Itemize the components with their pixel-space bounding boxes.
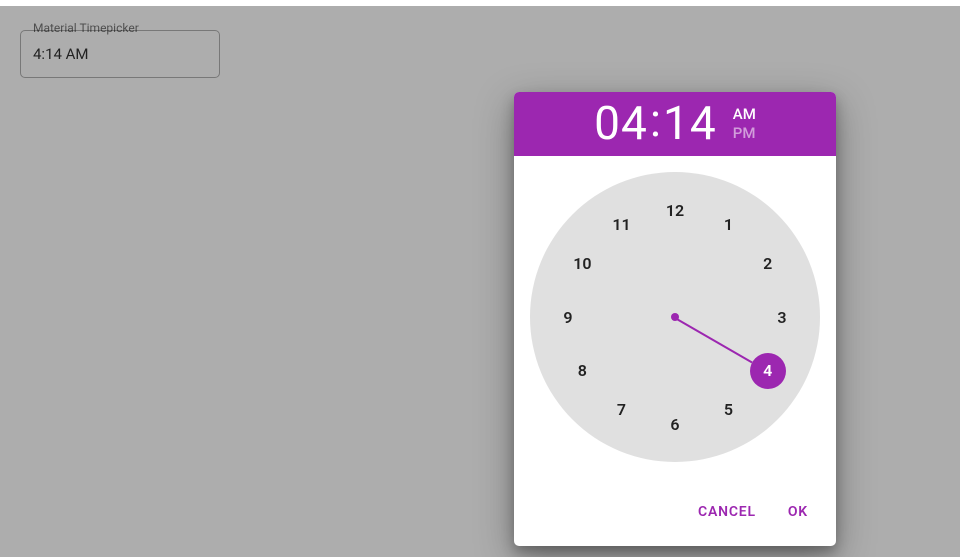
am-option[interactable]: AM <box>733 105 756 125</box>
clock-hour-7[interactable]: 7 <box>604 392 640 428</box>
dialog-header: 04 : 14 AM PM <box>514 92 836 156</box>
clock-hour-9[interactable]: 9 <box>550 299 586 335</box>
clock-face[interactable]: 12 12 3 45678 9 1011 <box>530 172 820 462</box>
timepicker-label: Material Timepicker <box>29 21 143 35</box>
clock-hour-11[interactable]: 11 <box>604 206 640 242</box>
clock-hour-10[interactable]: 10 <box>564 246 600 282</box>
pm-option[interactable]: PM <box>733 124 756 144</box>
clock-hand <box>675 317 753 363</box>
dialog-actions: CANCEL OK <box>514 470 836 546</box>
clock-center-dot <box>671 313 679 321</box>
ampm-toggle: AM PM <box>733 105 756 144</box>
clock-hour-6[interactable]: 6 <box>657 406 693 442</box>
time-separator: : <box>648 98 663 144</box>
hour-display[interactable]: 04 <box>594 101 648 147</box>
clock-hour-12[interactable]: 12 <box>657 192 693 228</box>
timepicker-field[interactable]: Material Timepicker 4:14 AM <box>20 30 220 78</box>
timepicker-dialog: 04 : 14 AM PM 12 12 3 45678 9 1011 CANCEL OK <box>514 92 836 546</box>
clock-hour-8[interactable]: 8 <box>564 353 600 389</box>
clock-hour-1[interactable]: 1 <box>711 206 747 242</box>
timepicker-value: 4:14 AM <box>20 30 220 78</box>
clock-hour-5[interactable]: 5 <box>711 392 747 428</box>
clock-hour-2[interactable]: 2 <box>750 246 786 282</box>
clock-hour-4[interactable]: 4 <box>750 353 786 389</box>
cancel-button[interactable]: CANCEL <box>686 496 768 528</box>
time-display: 04 : 14 <box>594 101 717 147</box>
clock-body: 12 12 3 45678 9 1011 <box>514 156 836 470</box>
clock-hour-3[interactable]: 3 <box>764 299 800 335</box>
ok-button[interactable]: OK <box>776 496 820 528</box>
minute-display[interactable]: 14 <box>663 101 717 147</box>
